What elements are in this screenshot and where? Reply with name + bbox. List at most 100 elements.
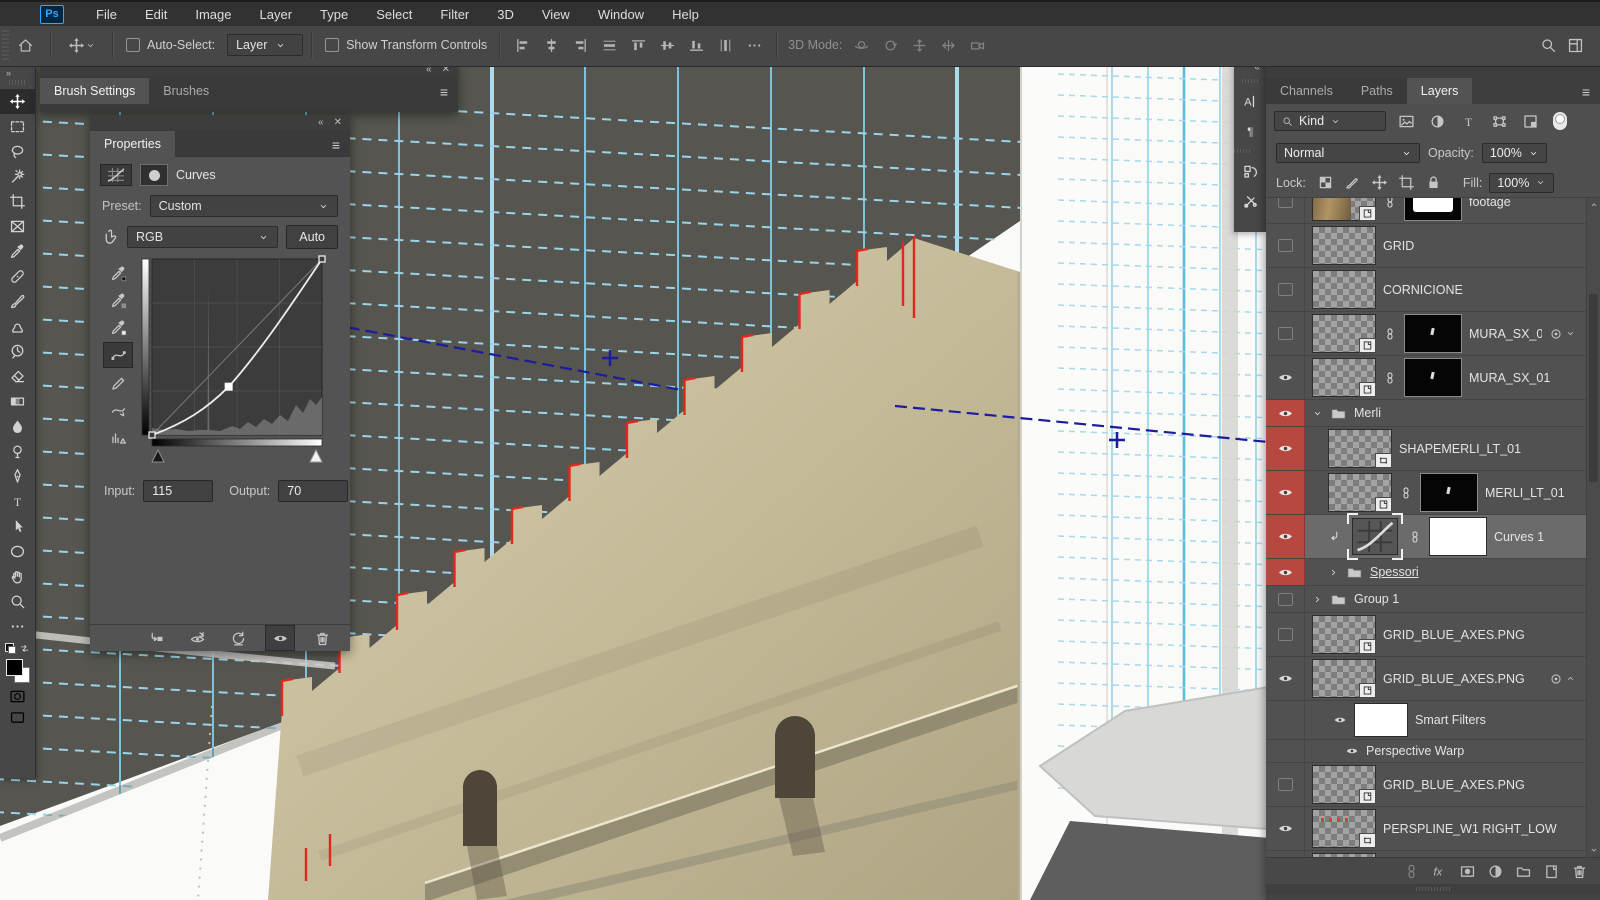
auto-select-target-dropdown[interactable]: Layer [227,34,303,56]
preset-dropdown[interactable]: Custom [150,195,338,217]
layer-thumbnail[interactable] [1328,473,1392,512]
layer-thumbnail[interactable] [1312,314,1376,353]
new-adjustment-layer-icon[interactable] [1487,863,1504,880]
layer-row[interactable]: Group 1 [1266,586,1600,613]
path-selection-tool[interactable] [0,514,35,539]
kind-filter-dropdown[interactable]: Kind [1274,111,1386,131]
layers-scrollbar[interactable] [1586,198,1600,857]
slide-3d-camera-icon[interactable] [935,35,962,56]
collapse-toolbar-chevron[interactable]: » [0,66,35,80]
layer-thumbnail[interactable] [1312,853,1376,857]
foreground-color-swatch[interactable] [6,659,23,676]
eraser-tool[interactable] [0,364,35,389]
input-field[interactable]: 115 [143,480,213,502]
pan-3d-camera-icon[interactable] [906,35,933,56]
roll-3d-camera-icon[interactable] [877,35,904,56]
toggle-visibility[interactable] [1266,657,1305,700]
lasso-tool[interactable] [0,139,35,164]
layer-name[interactable]: MERLI_LT_01 [1485,486,1565,500]
draw-curve[interactable] [104,371,132,395]
hand-tool[interactable] [0,564,35,589]
menu-type[interactable]: Type [306,4,362,25]
blur-tool[interactable] [0,414,35,439]
frame-tool[interactable] [0,214,35,239]
paragraph-panel[interactable]: ¶ [1234,116,1266,146]
delete-adjustment[interactable] [308,626,336,650]
layer-row[interactable]: CORNICIONE [1266,268,1600,312]
move-tool[interactable] [0,89,35,114]
layer-name[interactable]: GRID_BLUE_AXES.PNG [1383,778,1525,792]
menu-image[interactable]: Image [181,4,245,25]
panel-resize-grip[interactable] [1266,884,1600,894]
toggle-visibility[interactable] [1266,356,1305,399]
filter-type-icon[interactable]: T [1454,111,1483,132]
menu-3d[interactable]: 3D [483,4,528,25]
layer-mask-thumbnail[interactable] [1404,198,1462,221]
toggle-adjustment-visibility[interactable] [265,625,295,651]
layer-name[interactable]: GRID [1383,239,1414,253]
clone-stamp-tool[interactable] [0,314,35,339]
align-top-edges-icon[interactable] [625,35,652,56]
channel-dropdown[interactable]: RGB [127,226,278,248]
layer-thumbnail[interactable] [1312,659,1376,698]
layer-thumbnail[interactable] [1312,198,1376,221]
toggle-visibility[interactable] [1266,586,1305,612]
layer-row[interactable]: GRID_BLUE_AXES.PNG [1266,613,1600,657]
targeted-adjustment-icon[interactable] [102,229,119,246]
chevron-right-icon[interactable] [1328,567,1339,578]
pen-tool[interactable] [0,464,35,489]
layer-row[interactable]: PERSPLINE_W1 RIGHT_UP [1266,851,1600,857]
panel-menu-icon[interactable]: ≡ [322,133,350,157]
character-panel[interactable]: A [1234,86,1266,116]
layer-name[interactable]: Spessori [1370,565,1419,579]
curves-graph-svg[interactable] [140,255,336,469]
layer-row[interactable]: Perspective Warp [1266,740,1600,763]
screen-mode-button[interactable] [9,709,26,726]
filter-shape-icon[interactable] [1485,111,1514,132]
layer-row[interactable]: PERSPLINE_W1 RIGHT_LOW [1266,807,1600,851]
layer-mask-thumbnail[interactable] [1404,314,1462,353]
panel-menu-icon[interactable]: ≡ [1572,80,1600,104]
zoom-tool[interactable] [0,589,35,614]
toggle-visibility[interactable] [1266,427,1305,470]
filter-adjustment-icon[interactable] [1423,111,1452,132]
filter-toggle-pin[interactable] [1553,112,1567,130]
lock-artboard-icon[interactable] [1394,172,1419,193]
output-field[interactable]: 70 [278,480,348,502]
menu-file[interactable]: File [82,4,131,25]
rectangular-marquee-tool[interactable] [0,114,35,139]
menu-view[interactable]: View [528,4,584,25]
histogram-warning[interactable] [104,425,132,449]
layer-row[interactable]: footage [1266,198,1600,224]
layer-thumbnail[interactable] [1312,270,1376,309]
layer-row[interactable]: GRID [1266,224,1600,268]
close-panel-icon[interactable]: ✕ [334,117,342,128]
type-tool[interactable]: T [0,489,35,514]
checkbox-box[interactable] [126,38,140,52]
layer-thumbnail[interactable] [1312,358,1376,397]
layer-name[interactable]: SHAPEMERLI_LT_01 [1399,442,1521,456]
toggle-visibility[interactable] [1266,312,1305,355]
tab-brushes[interactable]: Brushes [149,78,223,104]
layer-name[interactable]: CORNICIONE [1383,283,1463,297]
edit-curve-points[interactable] [103,342,133,368]
default-colors-icon[interactable] [5,643,16,654]
clip-to-layer[interactable] [142,626,170,650]
tab-channels[interactable]: Channels [1266,78,1347,104]
align-bottom-edges-icon[interactable] [683,35,710,56]
layer-row[interactable]: MERLI_LT_01 [1266,471,1600,515]
link-layers-icon[interactable] [1403,863,1420,880]
toggle-visibility[interactable] [1266,400,1305,426]
sample-gray-point[interactable] [104,288,132,312]
layer-mask-thumbnail[interactable] [1429,517,1487,556]
eye-icon[interactable] [1345,744,1359,758]
healing-brush-tool[interactable] [0,264,35,289]
search-icon[interactable] [1540,37,1557,54]
distribute-horizontal-centers-icon[interactable] [596,35,623,56]
align-left-edges-icon[interactable] [509,35,536,56]
toggle-visibility[interactable] [1266,515,1305,558]
collapse-panel-icon[interactable]: « [318,117,324,128]
lock-position-icon[interactable] [1367,172,1392,193]
toggle-visibility[interactable] [1266,268,1305,311]
toggle-visibility[interactable] [1266,763,1305,806]
